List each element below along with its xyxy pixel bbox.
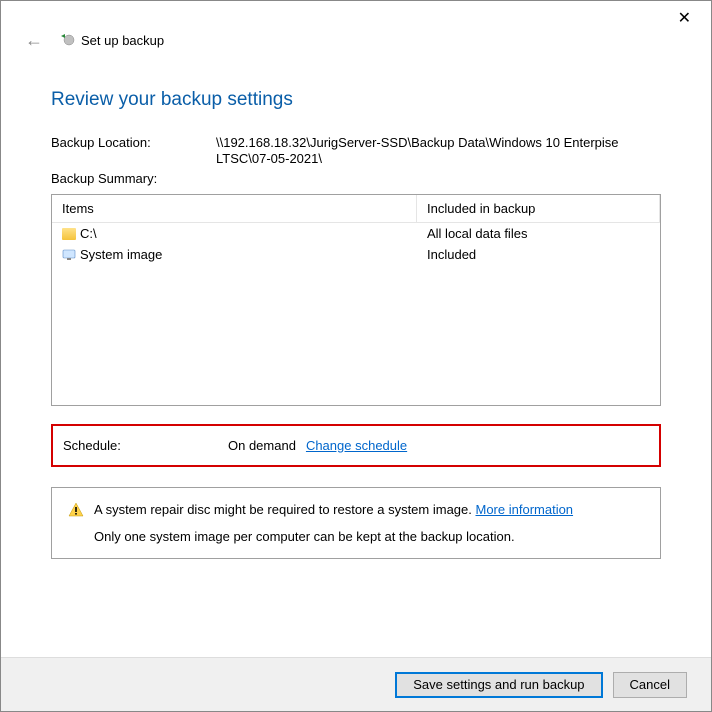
- more-information-link[interactable]: More information: [476, 502, 574, 517]
- app-title: Set up backup: [81, 33, 164, 48]
- schedule-row: Schedule: On demand Change schedule: [51, 424, 661, 467]
- close-icon[interactable]: ✕: [678, 11, 691, 27]
- change-schedule-link[interactable]: Change schedule: [306, 438, 407, 453]
- summary-table: Items Included in backup C:\ All local d…: [51, 194, 661, 406]
- page-title: Review your backup settings: [51, 89, 661, 111]
- app-icon: [59, 32, 75, 48]
- warning-line2: Only one system image per computer can b…: [94, 529, 573, 544]
- col-items[interactable]: Items: [52, 195, 417, 222]
- cancel-button[interactable]: Cancel: [613, 672, 687, 698]
- backup-location-label: Backup Location:: [51, 135, 216, 165]
- table-row: System image Included: [52, 244, 660, 265]
- item-name: C:\: [80, 226, 97, 241]
- item-name: System image: [80, 247, 162, 262]
- warning-icon: [68, 502, 84, 518]
- warning-line1: A system repair disc might be required t…: [94, 502, 476, 517]
- item-included: All local data files: [427, 226, 527, 241]
- backup-summary-label: Backup Summary:: [51, 171, 216, 186]
- table-row: C:\ All local data files: [52, 223, 660, 244]
- back-arrow-icon[interactable]: ←: [25, 31, 43, 49]
- schedule-value: On demand: [228, 438, 296, 453]
- folder-icon: [62, 228, 76, 240]
- backup-location-value: \\192.168.18.32\JurigServer-SSD\Backup D…: [216, 135, 661, 165]
- warning-panel: A system repair disc might be required t…: [51, 487, 661, 559]
- item-included: Included: [427, 247, 476, 262]
- footer: Save settings and run backup Cancel: [1, 657, 711, 711]
- col-included[interactable]: Included in backup: [417, 195, 660, 222]
- monitor-icon: [62, 249, 76, 261]
- schedule-label: Schedule:: [63, 438, 228, 453]
- save-run-button[interactable]: Save settings and run backup: [395, 672, 602, 698]
